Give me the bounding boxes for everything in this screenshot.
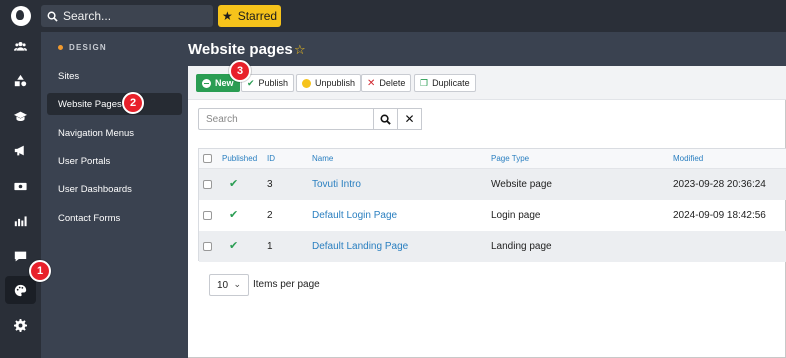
top-bar: Search... ★ Starred [0,0,786,32]
money-icon [14,182,27,190]
row-name-link[interactable]: Default Login Page [312,210,397,221]
unpublish-button[interactable]: Unpublish [296,74,362,92]
subnav-section-label: DESIGN [69,43,107,52]
rail-item-marketing[interactable] [5,136,36,164]
copy-icon: ❐ [420,77,429,88]
search-icon [380,114,391,125]
callout-badge-1: 1 [29,260,51,282]
row-id: 3 [267,179,273,190]
table-row: ✔ 2 Default Login Page Login page 2024-0… [199,200,786,231]
new-button-label: New [215,78,234,88]
duplicate-button[interactable]: ❐ Duplicate [414,74,476,92]
header-id[interactable]: ID [267,154,275,163]
row-modified: 2024-09-09 18:42:56 [673,210,766,221]
table-header: Published ID Name Page Type Modified [199,149,786,169]
global-search-input[interactable]: Search... [41,5,213,27]
rail-item-payments[interactable] [5,172,36,200]
search-clear-button[interactable]: ✕ [397,108,422,130]
list-search-placeholder: Search [206,113,238,125]
row-checkbox[interactable] [203,211,212,220]
graduation-cap-icon [14,111,27,121]
rail-item-shapes[interactable] [5,66,36,94]
pages-table: Published ID Name Page Type Modified ✔ 3… [198,148,786,262]
star-icon: ★ [221,9,233,23]
analytics-icon [14,215,27,226]
header-page-type[interactable]: Page Type [491,154,529,163]
select-all-checkbox[interactable] [203,154,212,163]
subnav-item-website-pages[interactable]: Website Pages [47,93,182,115]
row-checkbox[interactable] [203,242,212,251]
table-row: ✔ 1 Default Landing Page Landing page [199,231,786,262]
row-checkbox[interactable] [203,180,212,189]
row-id: 2 [267,210,273,221]
design-subnav: DESIGN Sites Website Pages Navigation Me… [41,32,188,358]
subnav-item-contact-forms[interactable]: Contact Forms [47,207,182,229]
delete-button-label: Delete [379,78,406,88]
subnav-item-user-dashboards[interactable]: User Dashboards [47,178,182,200]
list-search-input[interactable]: Search [198,108,374,130]
search-icon [47,11,58,22]
callout-badge-2: 2 [122,92,144,114]
unpublish-icon [302,78,311,88]
items-per-page-label: Items per page [253,279,320,290]
rail-item-courses[interactable] [5,102,36,130]
row-name-link[interactable]: Tovuti Intro [312,179,361,190]
megaphone-icon [14,145,24,155]
starred-button[interactable]: ★ Starred [218,5,281,27]
published-check-icon[interactable]: ✔ [229,177,238,190]
starred-label: Starred [237,9,278,23]
subnav-item-user-portals[interactable]: User Portals [47,150,182,172]
duplicate-button-label: Duplicate [432,78,470,88]
close-icon: ✕ [404,112,415,126]
unpublish-button-label: Unpublish [315,78,356,88]
subnav-item-sites[interactable]: Sites [47,65,182,87]
row-page-type: Website page [491,179,552,190]
page-header: Website pages ☆ [188,32,786,66]
minus-circle-icon [202,78,211,88]
rail-item-users[interactable] [5,32,36,60]
chat-icon [14,251,27,261]
callout-badge-3: 3 [229,60,251,82]
chevron-down-icon: ⌄ [233,279,241,289]
icon-rail [0,32,41,358]
table-row: ✔ 3 Tovuti Intro Website page 2023-09-28… [199,169,786,200]
app-logo[interactable] [11,6,31,26]
published-check-icon[interactable]: ✔ [229,208,238,221]
header-modified[interactable]: Modified [673,154,703,163]
global-search-placeholder: Search... [63,9,112,23]
published-check-icon[interactable]: ✔ [229,239,238,252]
rail-item-analytics[interactable] [5,206,36,234]
row-name-link[interactable]: Default Landing Page [312,241,408,252]
publish-button-label: Publish [258,78,289,88]
favorite-star-icon[interactable]: ☆ [294,42,306,58]
gear-icon [14,318,27,332]
action-toolbar: New ✔ Publish Unpublish ✕ Delete ❐ Dupli… [188,66,786,100]
row-id: 1 [267,241,273,252]
palette-icon [14,284,27,296]
row-modified: 2023-09-28 20:36:24 [673,179,766,190]
x-icon: ✕ [367,77,376,89]
rail-item-settings[interactable] [5,311,36,339]
users-icon [14,41,27,51]
check-icon: ✔ [247,77,255,88]
row-page-type: Login page [491,210,541,221]
items-per-page-value: 10 [217,279,229,291]
items-per-page-select[interactable]: 10 ⌄ [209,274,249,296]
header-published[interactable]: Published [222,154,257,163]
subnav-item-navigation-menus[interactable]: Navigation Menus [47,122,182,144]
search-submit-button[interactable] [373,108,398,130]
shapes-icon [14,74,27,86]
delete-button[interactable]: ✕ Delete [361,74,412,92]
rail-item-design[interactable] [5,276,36,304]
row-page-type: Landing page [491,241,552,252]
section-dot-icon [58,45,63,50]
header-name[interactable]: Name [312,154,333,163]
page-title: Website pages [188,41,293,58]
subnav-section-title: DESIGN [58,43,107,52]
